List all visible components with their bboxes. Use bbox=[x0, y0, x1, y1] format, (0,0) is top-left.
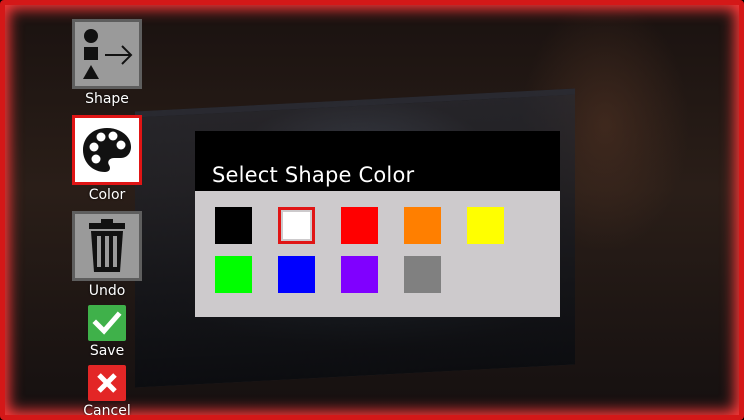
color-tool[interactable]: Color bbox=[65, 115, 149, 203]
palette-icon bbox=[83, 128, 131, 172]
color-swatch-red[interactable] bbox=[341, 207, 378, 244]
trash-icon bbox=[89, 219, 125, 272]
color-swatch-orange[interactable] bbox=[404, 207, 441, 244]
dialog-title: Select Shape Color bbox=[212, 163, 415, 187]
x-icon bbox=[97, 373, 117, 393]
color-swatch-gray[interactable] bbox=[404, 256, 441, 293]
checkmark-icon bbox=[92, 311, 122, 335]
color-swatch-purple[interactable] bbox=[341, 256, 378, 293]
cancel-tool[interactable]: Cancel bbox=[65, 365, 149, 419]
color-swatch-green[interactable] bbox=[215, 256, 252, 293]
shape-tool[interactable]: Shape bbox=[65, 19, 149, 107]
color-swatch-white[interactable] bbox=[278, 207, 315, 244]
color-tool-label: Color bbox=[88, 187, 126, 203]
shape-arrow-icon bbox=[83, 29, 133, 79]
save-tool[interactable]: Save bbox=[65, 305, 149, 359]
cancel-label: Cancel bbox=[83, 403, 131, 419]
color-tool-button[interactable] bbox=[72, 115, 142, 185]
shape-tool-label: Shape bbox=[85, 91, 129, 107]
color-swatch-yellow[interactable] bbox=[467, 207, 504, 244]
save-label: Save bbox=[89, 343, 125, 359]
dialog-header: Select Shape Color bbox=[195, 131, 560, 191]
shape-tool-button[interactable] bbox=[72, 19, 142, 89]
undo-tool-label: Undo bbox=[88, 283, 126, 299]
undo-tool-button[interactable] bbox=[72, 211, 142, 281]
color-swatch-blue[interactable] bbox=[278, 256, 315, 293]
undo-tool[interactable]: Undo bbox=[65, 211, 149, 299]
save-button[interactable] bbox=[88, 305, 126, 341]
select-color-dialog: Select Shape Color bbox=[195, 131, 560, 317]
cancel-button[interactable] bbox=[88, 365, 126, 401]
color-swatch-black[interactable] bbox=[215, 207, 252, 244]
